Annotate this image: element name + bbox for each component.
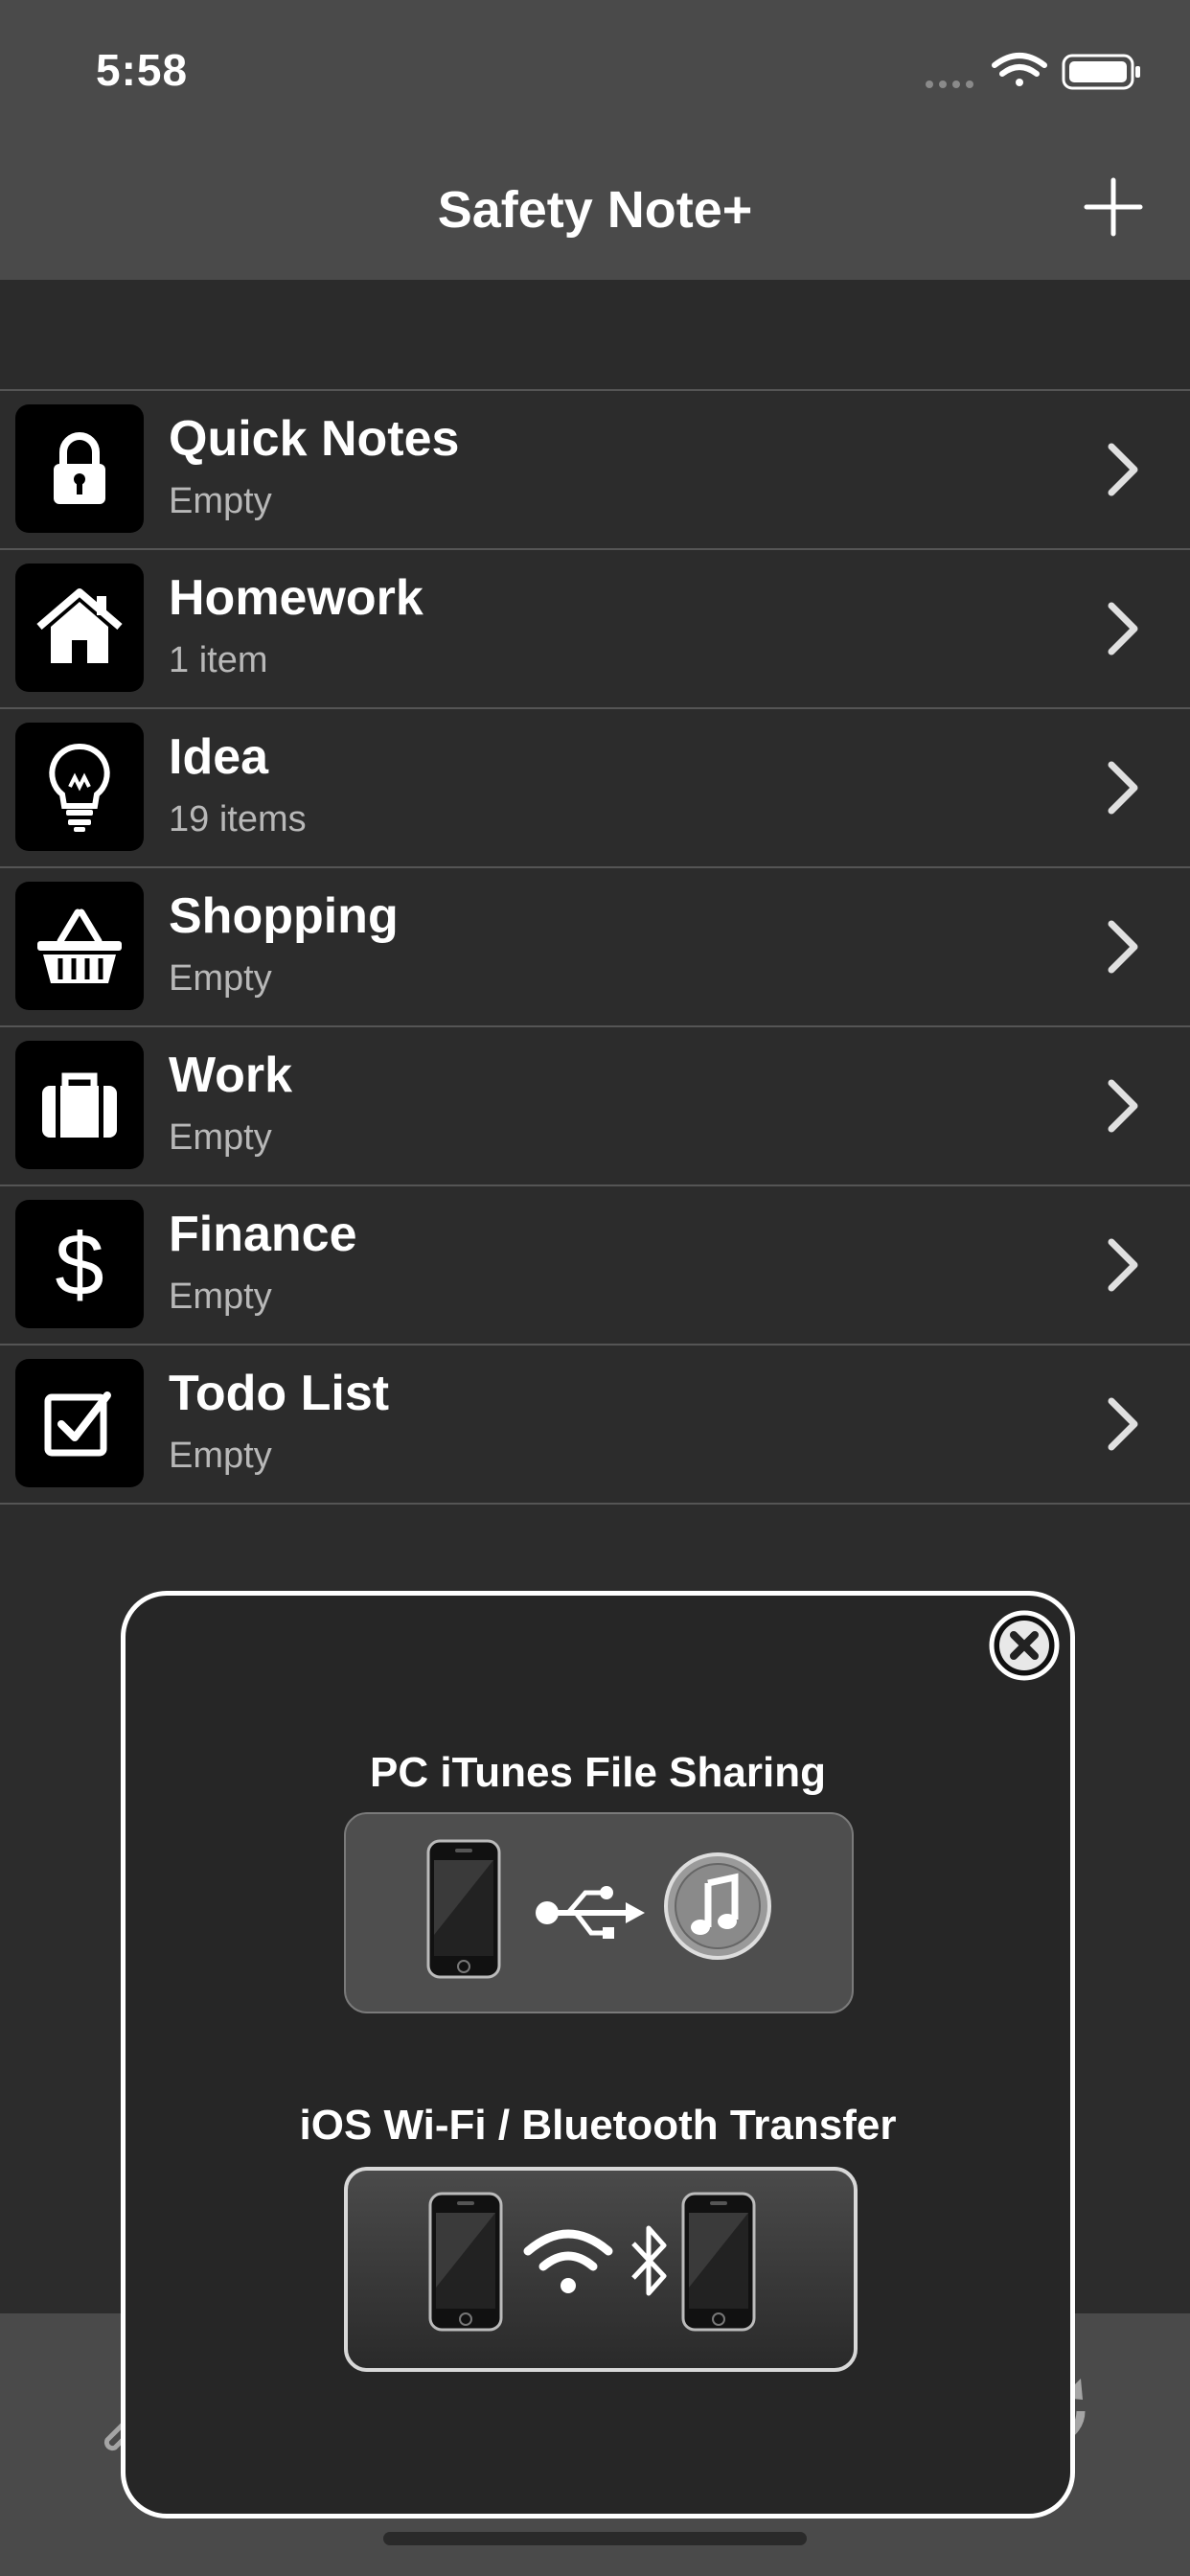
chevron-right-icon: [1108, 920, 1138, 974]
category-row-todo-list[interactable]: Todo List Empty: [0, 1346, 1190, 1505]
briefcase-icon: [15, 1041, 144, 1169]
navigation-bar: Safety Note+: [0, 144, 1190, 280]
category-count: 1 item: [169, 640, 268, 680]
page-title: Safety Note+: [437, 181, 753, 239]
category-title: Shopping: [169, 888, 399, 944]
category-row-quick-notes[interactable]: Quick Notes Empty: [0, 391, 1190, 550]
wifi-icon: [992, 53, 1047, 86]
category-row-finance[interactable]: $ Finance Empty: [0, 1186, 1190, 1346]
chevron-right-icon: [1108, 1397, 1138, 1451]
itunes-icon: [664, 1852, 771, 1960]
category-count: Empty: [169, 481, 272, 521]
checkbox-icon: [15, 1359, 144, 1487]
category-title: Work: [169, 1047, 293, 1103]
add-button[interactable]: [1083, 176, 1144, 238]
wifi-icon: [523, 2229, 613, 2293]
wifi-bluetooth-heading: iOS Wi-Fi / Bluetooth Transfer: [299, 2102, 897, 2149]
category-row-idea[interactable]: Idea 19 items: [0, 709, 1190, 868]
category-title: Idea: [169, 729, 269, 785]
category-row-homework[interactable]: Homework 1 item: [0, 550, 1190, 709]
iphone-icon: [426, 1839, 501, 1979]
category-list: Quick Notes Empty Homework 1 item Idea 1…: [0, 389, 1190, 1505]
chevron-right-icon: [1108, 602, 1138, 656]
iphone-icon: [681, 2192, 756, 2332]
category-row-shopping[interactable]: Shopping Empty: [0, 868, 1190, 1027]
status-time: 5:58: [96, 45, 189, 95]
basket-icon: [15, 882, 144, 1010]
cellular-signal-icon: [926, 80, 973, 88]
category-title: Quick Notes: [169, 411, 460, 467]
chevron-right-icon: [1108, 1238, 1138, 1292]
status-bar: 5:58: [0, 0, 1190, 144]
status-indicators: [903, 50, 1142, 96]
lightbulb-icon: [15, 723, 144, 851]
itunes-sharing-heading: PC iTunes File Sharing: [370, 1749, 826, 1796]
svg-text:$: $: [55, 1216, 103, 1312]
close-icon: [989, 1610, 1060, 1681]
dollar-icon: $: [15, 1200, 144, 1328]
category-title: Homework: [169, 570, 423, 626]
home-indicator: [383, 2532, 807, 2545]
category-count: Empty: [169, 1436, 272, 1476]
chevron-right-icon: [1108, 443, 1138, 496]
wifi-bluetooth-transfer-button[interactable]: [344, 2167, 858, 2372]
usb-icon: [536, 1886, 645, 1939]
category-count: Empty: [169, 1117, 272, 1158]
bluetooth-icon: [631, 2225, 667, 2296]
category-count: Empty: [169, 958, 272, 999]
lock-icon: [15, 404, 144, 533]
list-header-spacer: [0, 280, 1190, 389]
plus-icon: [1084, 177, 1143, 237]
transfer-options-popup: PC iTunes File Sharing iOS Wi-Fi / Bluet…: [121, 1591, 1075, 2518]
category-count: Empty: [169, 1276, 272, 1317]
category-row-work[interactable]: Work Empty: [0, 1027, 1190, 1186]
category-title: Finance: [169, 1207, 357, 1262]
house-icon: [15, 564, 144, 692]
close-button[interactable]: [988, 1609, 1061, 1682]
category-count: 19 items: [169, 799, 307, 840]
iphone-icon: [428, 2192, 503, 2332]
chevron-right-icon: [1108, 1079, 1138, 1133]
chevron-right-icon: [1108, 761, 1138, 815]
itunes-file-sharing-button[interactable]: [344, 1812, 854, 2013]
battery-icon: [1062, 54, 1140, 90]
category-title: Todo List: [169, 1366, 390, 1421]
